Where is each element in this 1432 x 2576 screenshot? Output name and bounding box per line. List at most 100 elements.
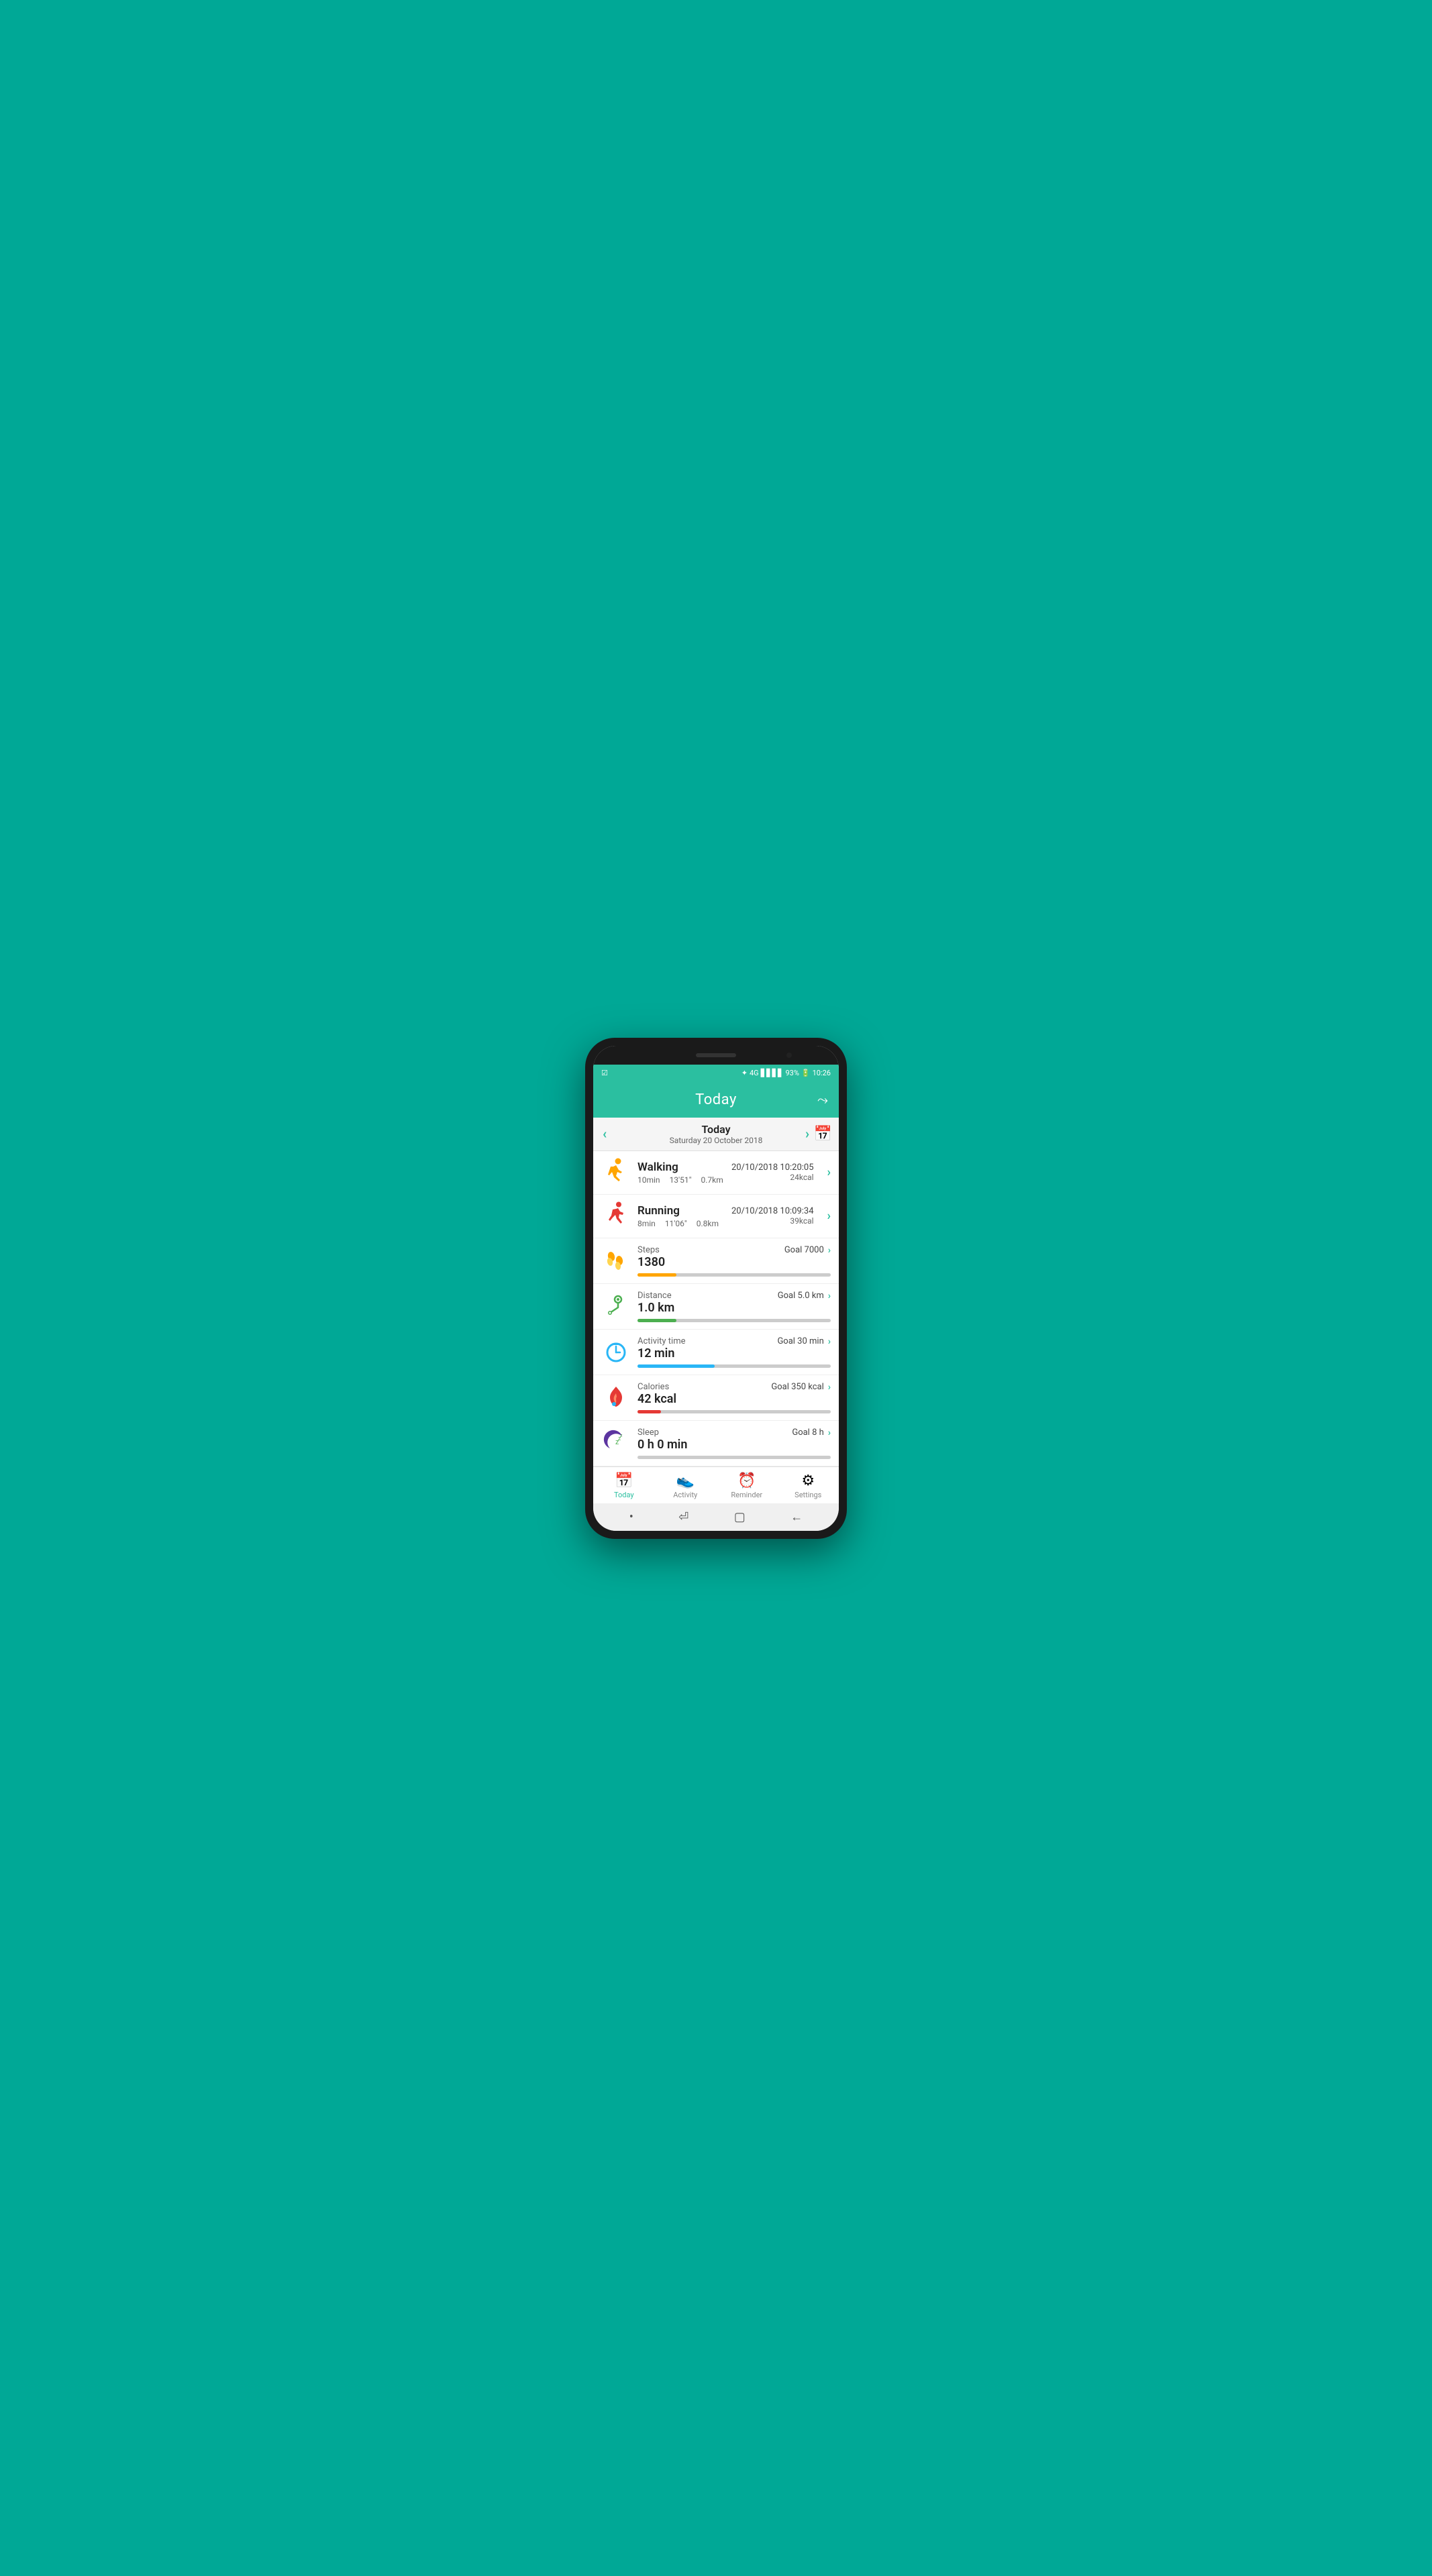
today-nav-icon: 📅 [615, 1472, 633, 1489]
calories-icon [601, 1382, 631, 1411]
battery-label: 93% [785, 1069, 799, 1077]
signal-icon: ▋▋▋▋ [761, 1069, 784, 1077]
steps-progress-bg [637, 1273, 831, 1277]
steps-metric-row[interactable]: Steps 1380 Goal 7000 › [593, 1238, 839, 1284]
running-chevron: › [827, 1209, 831, 1223]
activity-time-goal-chevron: › [828, 1336, 831, 1347]
steps-label: Steps [637, 1245, 665, 1255]
main-content: Walking 10min 13'51" 0.7km 20/10/2018 10… [593, 1151, 839, 1466]
activity-time-value: 12 min [637, 1346, 686, 1360]
sleep-content: Sleep 0 h 0 min Goal 8 h › [637, 1428, 831, 1462]
status-left: ☑ [601, 1069, 608, 1077]
running-stats: 8min 11'06" 0.8km [637, 1219, 731, 1228]
android-nav-bar: • ⏎ ▢ ← [593, 1503, 839, 1531]
distance-value: 1.0 km [637, 1301, 674, 1315]
next-day-button[interactable]: › [805, 1126, 809, 1142]
nav-settings[interactable]: ⚙ Settings [778, 1472, 839, 1499]
running-date-value: 20/10/2018 10:09:34 [731, 1206, 814, 1216]
activity-time-metric-row[interactable]: Activity time 12 min Goal 30 min › [593, 1330, 839, 1375]
calories-content: Calories 42 kcal Goal 350 kcal › [637, 1382, 831, 1416]
date-title: Today [670, 1123, 763, 1136]
activity-time-icon [601, 1336, 631, 1366]
camera-dot [786, 1053, 792, 1058]
today-nav-label: Today [614, 1491, 634, 1499]
calories-header: Calories 42 kcal Goal 350 kcal › [637, 1382, 831, 1406]
steps-header: Steps 1380 Goal 7000 › [637, 1245, 831, 1269]
nav-reminder[interactable]: ⏰ Reminder [716, 1472, 778, 1499]
android-home-button[interactable]: ▢ [734, 1510, 746, 1524]
phone-device: ☑ ✦ 4G ▋▋▋▋ 93% 🔋 10:26 Today ⤳ ‹ Today … [585, 1038, 847, 1539]
date-navigation: ‹ Today Saturday 20 October 2018 › 📅 [593, 1118, 839, 1151]
activity-time-goal: Goal 30 min › [777, 1336, 831, 1347]
sleep-label: Sleep [637, 1428, 687, 1438]
running-label: Running [637, 1204, 731, 1218]
sleep-goal-chevron: › [828, 1428, 831, 1438]
walking-label: Walking [637, 1161, 731, 1174]
distance-goal-text: Goal 5.0 km [778, 1291, 824, 1301]
walking-stats: 10min 13'51" 0.7km [637, 1175, 731, 1185]
distance-progress-fill [637, 1319, 676, 1322]
activity-time-progress-bg [637, 1364, 831, 1368]
prev-day-button[interactable]: ‹ [603, 1126, 607, 1142]
sleep-goal-text: Goal 8 h [792, 1428, 823, 1438]
steps-icon [601, 1245, 631, 1275]
calories-goal-text: Goal 350 kcal [771, 1382, 823, 1392]
android-back-button[interactable]: ← [790, 1510, 803, 1524]
app-header: Today ⤳ [593, 1082, 839, 1118]
distance-content: Distance 1.0 km Goal 5.0 km › [637, 1291, 831, 1325]
share-button[interactable]: ⤳ [817, 1091, 828, 1108]
notification-icon: ☑ [601, 1069, 608, 1077]
phone-screen: ☑ ✦ 4G ▋▋▋▋ 93% 🔋 10:26 Today ⤳ ‹ Today … [593, 1046, 839, 1531]
nav-activity[interactable]: 👟 Activity [655, 1472, 717, 1499]
android-recent-button[interactable]: ⏎ [678, 1510, 688, 1524]
activity-time-label: Activity time [637, 1336, 686, 1346]
date-subtitle: Saturday 20 October 2018 [670, 1136, 763, 1145]
sleep-progress-bg [637, 1456, 831, 1459]
activity-time-content: Activity time 12 min Goal 30 min › [637, 1336, 831, 1371]
calendar-icon[interactable]: 📅 [814, 1126, 832, 1142]
walking-info: Walking 10min 13'51" 0.7km [637, 1161, 731, 1185]
distance-icon [601, 1291, 631, 1320]
walking-chevron: › [827, 1165, 831, 1179]
android-dots-button[interactable]: • [629, 1510, 633, 1524]
nav-today[interactable]: 📅 Today [593, 1472, 655, 1499]
calories-metric-row[interactable]: Calories 42 kcal Goal 350 kcal › [593, 1375, 839, 1421]
distance-goal-chevron: › [828, 1291, 831, 1301]
activity-time-goal-text: Goal 30 min [777, 1336, 823, 1346]
walking-duration: 10min [637, 1175, 660, 1185]
steps-goal-text: Goal 7000 [784, 1245, 824, 1255]
steps-content: Steps 1380 Goal 7000 › [637, 1245, 831, 1279]
steps-progress-fill [637, 1273, 676, 1277]
running-calories: 39kcal [731, 1216, 814, 1226]
sleep-value: 0 h 0 min [637, 1438, 687, 1452]
steps-goal: Goal 7000 › [784, 1245, 831, 1256]
running-duration: 8min [637, 1219, 656, 1228]
distance-label: Distance [637, 1291, 674, 1301]
date-center: Today Saturday 20 October 2018 [670, 1123, 763, 1145]
activity-nav-icon: 👟 [676, 1472, 695, 1489]
activity-time-progress-fill [637, 1364, 715, 1368]
walking-datetime: 20/10/2018 10:20:05 24kcal [731, 1163, 814, 1182]
svg-text:z: z [620, 1434, 623, 1438]
calories-label: Calories [637, 1382, 676, 1392]
calories-progress-fill [637, 1410, 661, 1413]
phone-top-hardware [593, 1046, 839, 1065]
activity-nav-label: Activity [673, 1491, 697, 1499]
running-info: Running 8min 11'06" 0.8km [637, 1204, 731, 1228]
sleep-metric-row[interactable]: z z z Sleep 0 h 0 min Goal 8 h › [593, 1421, 839, 1466]
distance-header: Distance 1.0 km Goal 5.0 km › [637, 1291, 831, 1315]
bluetooth-icon: ✦ [741, 1069, 748, 1077]
distance-metric-row[interactable]: Distance 1.0 km Goal 5.0 km › [593, 1284, 839, 1330]
time-display: 10:26 [813, 1069, 831, 1077]
running-pace: 11'06" [665, 1219, 687, 1228]
running-distance: 0.8km [697, 1219, 719, 1228]
walking-activity-row[interactable]: Walking 10min 13'51" 0.7km 20/10/2018 10… [593, 1151, 839, 1195]
calories-goal: Goal 350 kcal › [771, 1382, 831, 1393]
sleep-header: Sleep 0 h 0 min Goal 8 h › [637, 1428, 831, 1452]
calories-value: 42 kcal [637, 1392, 676, 1406]
distance-progress-bg [637, 1319, 831, 1322]
running-activity-row[interactable]: Running 8min 11'06" 0.8km 20/10/2018 10:… [593, 1195, 839, 1238]
status-right: ✦ 4G ▋▋▋▋ 93% 🔋 10:26 [741, 1069, 831, 1077]
calories-goal-chevron: › [828, 1382, 831, 1393]
calories-progress-bg [637, 1410, 831, 1413]
